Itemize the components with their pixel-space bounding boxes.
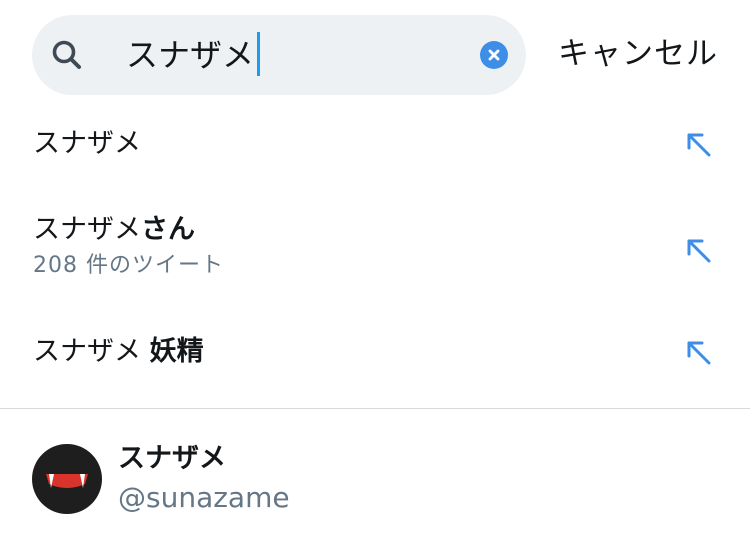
text-cursor (257, 32, 261, 76)
suggestion-item[interactable]: スナザメ 妖精 (0, 318, 750, 390)
search-screen: スナザメ キャンセル スナザメ スナザメさん 208 件のツイート スナザメ 妖… (0, 0, 750, 536)
avatar[interactable] (32, 444, 102, 514)
cancel-button[interactable]: キャンセル (558, 34, 718, 74)
suggestion-label: スナザメさん (33, 214, 195, 245)
tweet-count: 208 件のツイート (33, 253, 224, 278)
user-handle: @sunazame (118, 481, 290, 514)
shark-mouth-logo (46, 474, 88, 488)
arrow-up-left-icon[interactable] (684, 130, 712, 158)
suggestion-item[interactable]: スナザメさん 208 件のツイート (0, 200, 750, 300)
search-field[interactable]: スナザメ (32, 15, 526, 95)
search-icon (50, 38, 84, 72)
search-header: スナザメ キャンセル (0, 0, 750, 110)
user-result[interactable]: スナザメ @sunazame (0, 430, 750, 530)
arrow-up-left-icon[interactable] (684, 338, 712, 366)
suggestion-item[interactable]: スナザメ (0, 110, 750, 182)
suggestion-label: スナザメ (33, 128, 141, 159)
clear-search-button[interactable] (480, 41, 508, 69)
suggestion-label: スナザメ 妖精 (33, 336, 204, 367)
clear-icon (488, 49, 500, 61)
search-input[interactable]: スナザメ (126, 32, 261, 76)
section-divider (0, 408, 750, 409)
arrow-up-left-icon[interactable] (684, 236, 712, 264)
user-display-name: スナザメ (118, 443, 226, 474)
